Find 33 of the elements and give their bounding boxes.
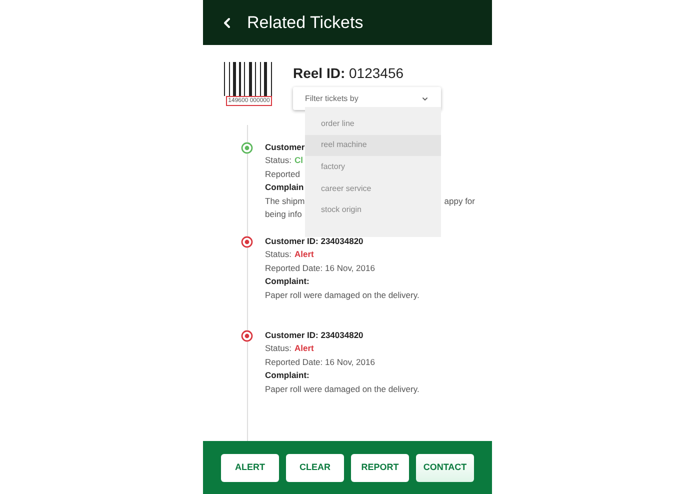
complaint-text: The shipm bbox=[265, 194, 305, 208]
reported-date: Reported Date: 16 Nov, 2016 bbox=[265, 262, 375, 275]
customer-id: Customer ID: 234034820 bbox=[265, 235, 364, 248]
reel-id: Reel ID: 0123456 bbox=[293, 64, 405, 83]
dropdown-option[interactable]: reel machine bbox=[305, 134, 441, 156]
action-button[interactable]: REPORT bbox=[351, 454, 409, 482]
customer-id: Customer bbox=[265, 141, 305, 154]
dropdown-option[interactable]: order line bbox=[305, 113, 441, 135]
customer-id: Customer ID: 234034820 bbox=[265, 329, 364, 342]
dropdown-option[interactable]: career service bbox=[305, 178, 441, 200]
complaint-text: Paper roll were damaged on the delivery. bbox=[265, 382, 420, 396]
action-button[interactable]: CONTACT bbox=[416, 454, 474, 482]
action-button[interactable]: CLEAR bbox=[286, 454, 344, 482]
complaint-text: Paper roll were damaged on the delivery. bbox=[265, 288, 420, 302]
complaint-label: Complain bbox=[265, 181, 304, 194]
status-value: Alert bbox=[294, 248, 314, 262]
dropdown-option[interactable]: factory bbox=[305, 156, 441, 178]
barcode-icon bbox=[224, 62, 274, 96]
status-value: Alert bbox=[294, 342, 314, 356]
action-button[interactable]: ALERT bbox=[221, 454, 279, 482]
status-label: Status: bbox=[265, 248, 292, 262]
page-title: Related Tickets bbox=[247, 12, 364, 34]
dropdown-option[interactable]: stock origin bbox=[305, 199, 441, 221]
complaint-label: Complaint: bbox=[265, 369, 310, 382]
reported-date: Reported bbox=[265, 168, 300, 181]
complaint-text: appy for bbox=[444, 194, 475, 208]
status-label: Status: bbox=[265, 154, 292, 168]
complaint-label: Complaint: bbox=[265, 275, 310, 288]
complaint-text: being info bbox=[265, 208, 302, 222]
caret-icon bbox=[421, 94, 429, 102]
reported-date: Reported Date: 16 Nov, 2016 bbox=[265, 356, 375, 369]
status-label: Status: bbox=[265, 342, 292, 356]
status-value: Cl bbox=[294, 154, 303, 168]
